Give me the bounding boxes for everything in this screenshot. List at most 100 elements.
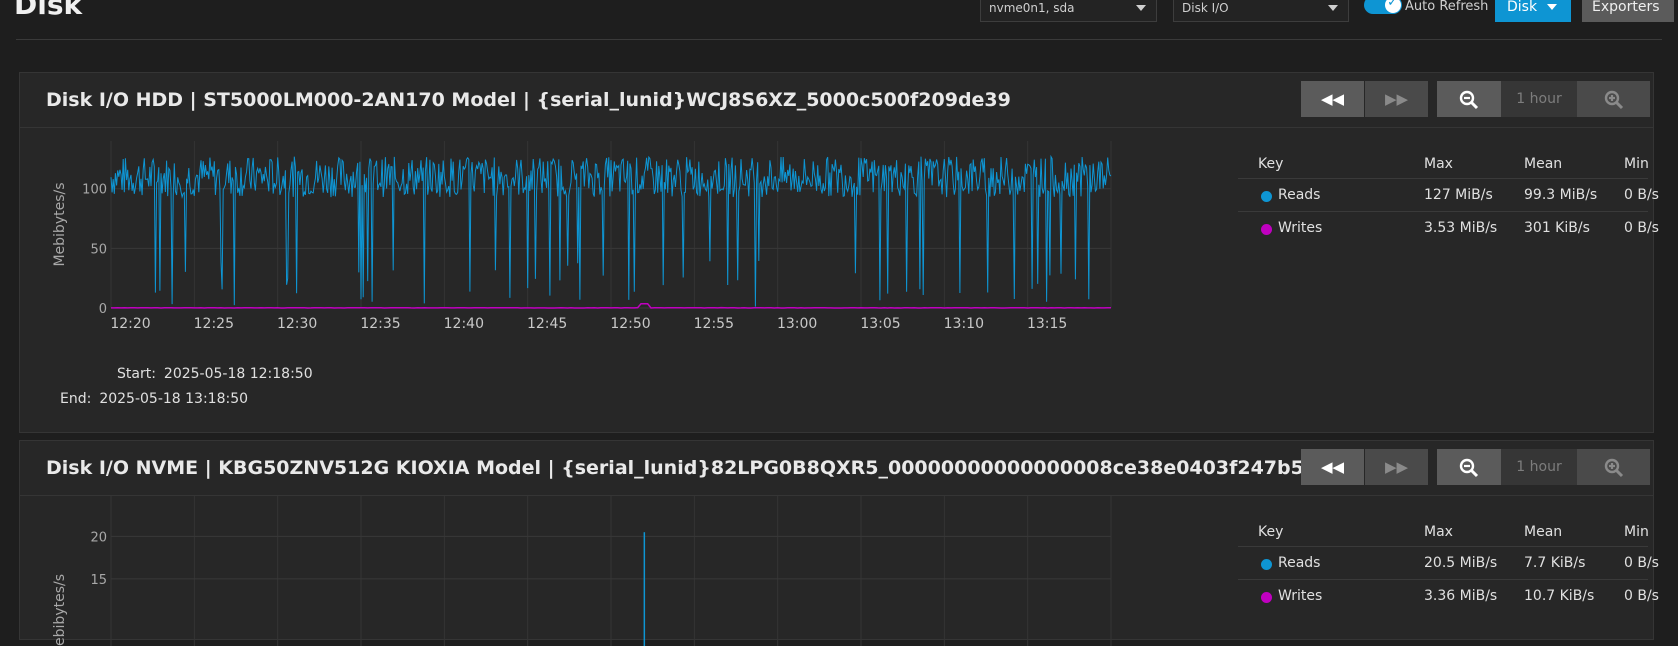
x-tick-label: 12:30 [277, 316, 317, 332]
zoom-in-button[interactable] [1577, 449, 1650, 485]
legend-row-reads[interactable]: Reads 20.5 MiB/s 7.7 KiB/s 0 B/s [1238, 546, 1659, 579]
disk-io-chart-nvme[interactable]: 15 20 Mebibytes/s [20, 496, 1220, 646]
legend-series-name: Reads [1278, 187, 1321, 203]
rewind-icon: ◀◀ [1320, 90, 1345, 108]
range-start: Start: 2025-05-18 12:18:50 [117, 366, 313, 382]
legend-max-header: Max [1424, 524, 1453, 540]
legend-mean: 99.3 MiB/s [1524, 187, 1598, 203]
range-end-label: End: [60, 391, 92, 407]
metric-select[interactable]: Disk I/O [1173, 0, 1349, 22]
time-range-label: 1 hour [1501, 449, 1577, 485]
zoom-out-icon [1459, 90, 1479, 109]
y-axis-label: Mebibytes/s [52, 574, 68, 646]
fast-forward-icon: ▶▶ [1384, 458, 1409, 476]
reads-dot-icon [1261, 191, 1272, 202]
y-tick-label: 100 [82, 183, 107, 198]
x-tick-label: 12:55 [694, 316, 734, 332]
legend-min: 0 B/s [1624, 220, 1659, 236]
legend-header: Key Max Mean Min [1238, 148, 1649, 178]
legend-series-name: Writes [1278, 588, 1323, 604]
x-tick-label: 12:20 [110, 316, 150, 332]
x-tick-label: 13:15 [1027, 316, 1067, 332]
card-title: Disk I/O HDD | ST5000LM000-2AN170 Model … [46, 89, 1011, 111]
zoom-in-button[interactable] [1577, 81, 1650, 117]
x-tick-label: 13:10 [944, 316, 984, 332]
range-start-label: Start: [117, 366, 156, 382]
chevron-down-icon [1328, 5, 1338, 11]
x-tick-label: 12:40 [444, 316, 484, 332]
devices-select-value: nvme0n1, sda [989, 1, 1075, 15]
check-icon: ✓ [1387, 0, 1398, 10]
exporters-button[interactable]: Exporters [1582, 0, 1674, 22]
legend-max: 3.53 MiB/s [1424, 220, 1498, 236]
zoom-out-button[interactable] [1437, 81, 1501, 117]
legend-min: 0 B/s [1624, 555, 1659, 571]
legend-mean: 10.7 KiB/s [1524, 588, 1595, 604]
metric-select-value: Disk I/O [1182, 1, 1229, 15]
legend-header: Key Max Mean Min [1238, 516, 1649, 546]
time-range-label: 1 hour [1501, 81, 1577, 117]
chevron-down-icon [1547, 4, 1557, 10]
y-tick-label: 0 [99, 302, 107, 317]
rewind-button[interactable]: ◀◀ [1301, 81, 1364, 117]
legend-max-header: Max [1424, 156, 1453, 172]
zoom-in-icon [1604, 458, 1623, 477]
fast-forward-button[interactable]: ▶▶ [1365, 81, 1428, 117]
auto-refresh-label: Auto Refresh [1405, 0, 1489, 14]
legend-key-header: Key [1258, 156, 1284, 172]
legend-mean-header: Mean [1524, 156, 1563, 172]
chart-legend: Key Max Mean Min Reads 20.5 MiB/s 7.7 Ki… [1238, 516, 1659, 612]
legend-row-writes[interactable]: Writes 3.36 MiB/s 10.7 KiB/s 0 B/s [1238, 579, 1659, 612]
page-title: Disk [14, 0, 83, 21]
x-tick-label: 12:50 [610, 316, 650, 332]
writes-dot-icon [1261, 592, 1272, 603]
range-end: End: 2025-05-18 13:18:50 [60, 391, 248, 407]
legend-max: 3.36 MiB/s [1424, 588, 1498, 604]
chevron-down-icon [1136, 5, 1146, 11]
legend-max: 127 MiB/s [1424, 187, 1493, 203]
range-end-value: 2025-05-18 13:18:50 [99, 391, 249, 407]
auto-refresh-toggle[interactable]: ✓ [1364, 0, 1402, 14]
card-title: Disk I/O NVME | KBG50ZNV512G KIOXIA Mode… [46, 457, 1304, 479]
legend-min-header: Min [1624, 156, 1649, 172]
zoom-out-button[interactable] [1437, 449, 1501, 485]
legend-mean: 301 KiB/s [1524, 220, 1590, 236]
fast-forward-button[interactable]: ▶▶ [1365, 449, 1428, 485]
devices-select[interactable]: nvme0n1, sda [980, 0, 1157, 22]
legend-mean-header: Mean [1524, 524, 1563, 540]
zoom-out-icon [1459, 458, 1479, 477]
disk-io-chart-hdd[interactable]: 0 50 100 Mebibytes/s 12:20 12:25 12:30 12:35 12:… [20, 128, 1220, 348]
legend-min-header: Min [1624, 524, 1649, 540]
legend-max: 20.5 MiB/s [1424, 555, 1498, 571]
y-axis-label: Mebibytes/s [52, 182, 68, 266]
legend-row-writes[interactable]: Writes 3.53 MiB/s 301 KiB/s 0 B/s [1238, 211, 1659, 244]
writes-dot-icon [1261, 224, 1272, 235]
card-header: Disk I/O HDD | ST5000LM000-2AN170 Model … [20, 73, 1653, 128]
x-tick-label: 12:35 [360, 316, 400, 332]
legend-min: 0 B/s [1624, 588, 1659, 604]
y-tick-label: 50 [90, 242, 107, 257]
disk-button-label: Disk [1507, 0, 1538, 15]
x-tick-label: 13:00 [777, 316, 817, 332]
header-divider [16, 39, 1662, 40]
legend-series-name: Writes [1278, 220, 1323, 236]
reads-dot-icon [1261, 559, 1272, 570]
x-tick-label: 13:05 [860, 316, 900, 332]
fast-forward-icon: ▶▶ [1384, 90, 1409, 108]
range-start-value: 2025-05-18 12:18:50 [163, 366, 313, 382]
legend-mean: 7.7 KiB/s [1524, 555, 1586, 571]
x-tick-label: 12:45 [527, 316, 567, 332]
rewind-button[interactable]: ◀◀ [1301, 449, 1364, 485]
y-tick-label: 20 [90, 530, 107, 545]
disk-io-card-hdd: Disk I/O HDD | ST5000LM000-2AN170 Model … [19, 72, 1659, 433]
legend-key-header: Key [1258, 524, 1284, 540]
y-tick-label: 15 [90, 573, 107, 588]
disk-menu-button[interactable]: Disk [1495, 0, 1571, 22]
zoom-in-icon [1604, 90, 1623, 109]
chart-legend: Key Max Mean Min Reads 127 MiB/s 99.3 Mi… [1238, 148, 1659, 244]
legend-series-name: Reads [1278, 555, 1321, 571]
rewind-icon: ◀◀ [1320, 458, 1345, 476]
legend-row-reads[interactable]: Reads 127 MiB/s 99.3 MiB/s 0 B/s [1238, 178, 1659, 211]
disk-io-card-nvme: Disk I/O NVME | KBG50ZNV512G KIOXIA Mode… [19, 440, 1659, 646]
legend-min: 0 B/s [1624, 187, 1659, 203]
